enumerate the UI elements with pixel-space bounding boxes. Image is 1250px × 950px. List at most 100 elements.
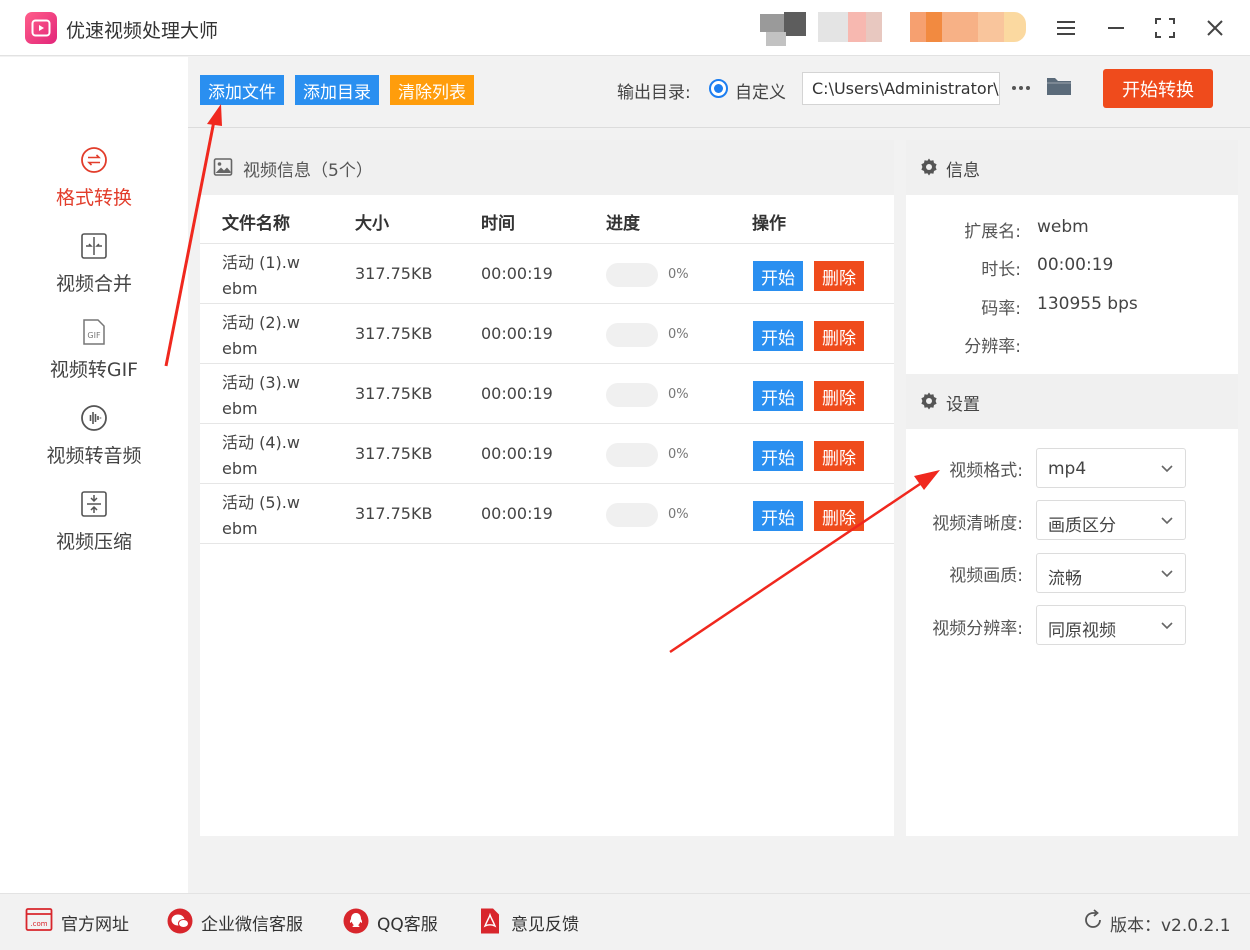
sidebar-item-audio[interactable]: 视频转音频 (0, 403, 188, 483)
table-row: 活动 (5).w ebm 317.75KB 00:00:19 0% 开始 删除 (200, 484, 894, 544)
row-start-button[interactable]: 开始 (753, 441, 803, 471)
row-delete-button[interactable]: 删除 (814, 261, 864, 291)
chevron-down-icon (1161, 465, 1173, 473)
column-header-size: 大小 (355, 214, 389, 234)
progress-bar (606, 263, 658, 287)
video-info-header: 视频信息（5个） (200, 140, 894, 195)
close-icon[interactable] (1199, 12, 1231, 44)
settings-panel: 设置 视频格式: mp4 视频清晰度: 画质区分 视频画质: 流畅 视频分辨率:… (906, 374, 1238, 836)
gif-icon: GIF (79, 317, 109, 347)
video-format-select[interactable]: mp4 (1036, 448, 1186, 488)
progress-bar (606, 383, 658, 407)
progress-bar (606, 323, 658, 347)
progress-bar (606, 503, 658, 527)
row-start-button[interactable]: 开始 (753, 501, 803, 531)
file-name-line2: ebm (222, 519, 258, 538)
folder-icon[interactable] (1045, 74, 1073, 102)
custom-output-label: 自定义 (735, 83, 786, 103)
video-clarity-label: 视频清晰度: (932, 514, 1023, 534)
video-resolution-select[interactable]: 同原视频 (1036, 605, 1186, 645)
file-size: 317.75KB (355, 384, 433, 403)
file-name-line1: 活动 (5).w (222, 493, 300, 512)
sidebar-item-merge[interactable]: 视频合并 (0, 231, 188, 311)
start-convert-button[interactable]: 开始转换 (1103, 69, 1213, 108)
file-size: 317.75KB (355, 324, 433, 343)
table-header: 文件名称 大小 时间 进度 操作 (200, 195, 894, 244)
video-quality-select[interactable]: 流畅 (1036, 553, 1186, 593)
row-delete-button[interactable]: 删除 (814, 321, 864, 351)
add-file-button[interactable]: 添加文件 (200, 75, 284, 105)
gear-icon (921, 158, 937, 176)
file-duration: 00:00:19 (481, 384, 553, 403)
info-bitrate-label: 码率: (981, 299, 1021, 319)
app-title: 优速视频处理大师 (66, 20, 219, 42)
file-duration: 00:00:19 (481, 504, 553, 523)
file-name-line2: ebm (222, 279, 258, 298)
more-dots-icon (1012, 86, 1030, 90)
video-quality-value: 流畅 (1048, 569, 1082, 589)
footer: .com 官方网址 企业微信客服 QQ客服 意见反馈 版本：v2.0.2.1 (0, 893, 1250, 950)
clear-list-button[interactable]: 清除列表 (390, 75, 474, 105)
progress-text: 0% (668, 447, 689, 462)
compress-icon (79, 489, 109, 519)
wechat-icon (167, 908, 193, 934)
official-website-link[interactable]: 官方网址 (61, 910, 129, 935)
refresh-icon[interactable] (1082, 909, 1104, 931)
row-delete-button[interactable]: 删除 (814, 441, 864, 471)
custom-output-radio[interactable] (709, 79, 728, 98)
maximize-icon[interactable] (1149, 12, 1181, 44)
progress-text: 0% (668, 327, 689, 342)
row-start-button[interactable]: 开始 (753, 321, 803, 351)
merge-icon (79, 231, 109, 261)
qq-service-link[interactable]: QQ客服 (377, 910, 438, 935)
table-row: 活动 (3).w ebm 317.75KB 00:00:19 0% 开始 删除 (200, 364, 894, 424)
website-icon: .com (25, 908, 53, 931)
wechat-service-link[interactable]: 企业微信客服 (201, 910, 303, 935)
info-bitrate-value: 130955 bps (1037, 294, 1138, 314)
file-name-line1: 活动 (3).w (222, 373, 300, 392)
file-name: 活动 (1).w ebm (222, 250, 322, 302)
row-delete-button[interactable]: 删除 (814, 381, 864, 411)
file-name-line1: 活动 (2).w (222, 313, 300, 332)
info-ext-value: webm (1037, 217, 1089, 237)
video-resolution-label: 视频分辨率: (932, 619, 1023, 639)
file-name: 活动 (5).w ebm (222, 490, 322, 542)
info-header: 信息 (906, 140, 1238, 195)
info-duration-value: 00:00:19 (1037, 255, 1114, 275)
sidebar-item-compress[interactable]: 视频压缩 (0, 489, 188, 569)
sidebar-item-format-convert[interactable]: 格式转换 (0, 145, 188, 225)
progress-bar (606, 443, 658, 467)
sidebar-item-label: 格式转换 (55, 187, 132, 209)
video-format-value: mp4 (1048, 459, 1087, 479)
add-directory-button[interactable]: 添加目录 (295, 75, 379, 105)
video-clarity-value: 画质区分 (1048, 516, 1116, 536)
table-row: 活动 (4).w ebm 317.75KB 00:00:19 0% 开始 删除 (200, 424, 894, 484)
chevron-down-icon (1161, 622, 1173, 630)
file-size: 317.75KB (355, 444, 433, 463)
settings-title: 设置 (946, 395, 980, 415)
video-info-title: 视频信息（5个） (243, 161, 373, 181)
row-delete-button[interactable]: 删除 (814, 501, 864, 531)
file-name-line1: 活动 (1).w (222, 253, 300, 272)
video-info-panel: 视频信息（5个） 文件名称 大小 时间 进度 操作 活动 (1).w ebm 317… (200, 140, 894, 836)
video-quality-label: 视频画质: (949, 566, 1023, 586)
sidebar-item-label: 视频转音频 (46, 445, 142, 467)
menu-icon[interactable] (1050, 12, 1082, 44)
row-start-button[interactable]: 开始 (753, 261, 803, 291)
svg-text:.com: .com (30, 920, 47, 928)
table-row: 活动 (1).w ebm 317.75KB 00:00:19 0% 开始 删除 (200, 244, 894, 304)
sidebar-item-label: 视频转GIF (49, 359, 139, 381)
sidebar-item-label: 视频压缩 (55, 531, 132, 553)
info-ext-label: 扩展名: (964, 222, 1021, 242)
minimize-icon[interactable] (1100, 12, 1132, 44)
row-start-button[interactable]: 开始 (753, 381, 803, 411)
output-path-input[interactable]: C:\Users\Administrator\ (802, 72, 1000, 105)
feedback-link[interactable]: 意见反馈 (511, 910, 579, 935)
browse-more-button[interactable] (1008, 75, 1034, 101)
video-clarity-select[interactable]: 画质区分 (1036, 500, 1186, 540)
version-label: 版本：v2.0.2.1 (1110, 916, 1231, 936)
file-name-line2: ebm (222, 399, 258, 418)
sidebar-item-gif[interactable]: GIF 视频转GIF (0, 317, 188, 397)
sidebar: 格式转换 视频合并 GIF 视频转GIF 视频转音频 视频压缩 (0, 57, 188, 893)
toolbar: 添加文件 添加目录 清除列表 输出目录: 自定义 C:\Users\Admini… (188, 57, 1250, 128)
